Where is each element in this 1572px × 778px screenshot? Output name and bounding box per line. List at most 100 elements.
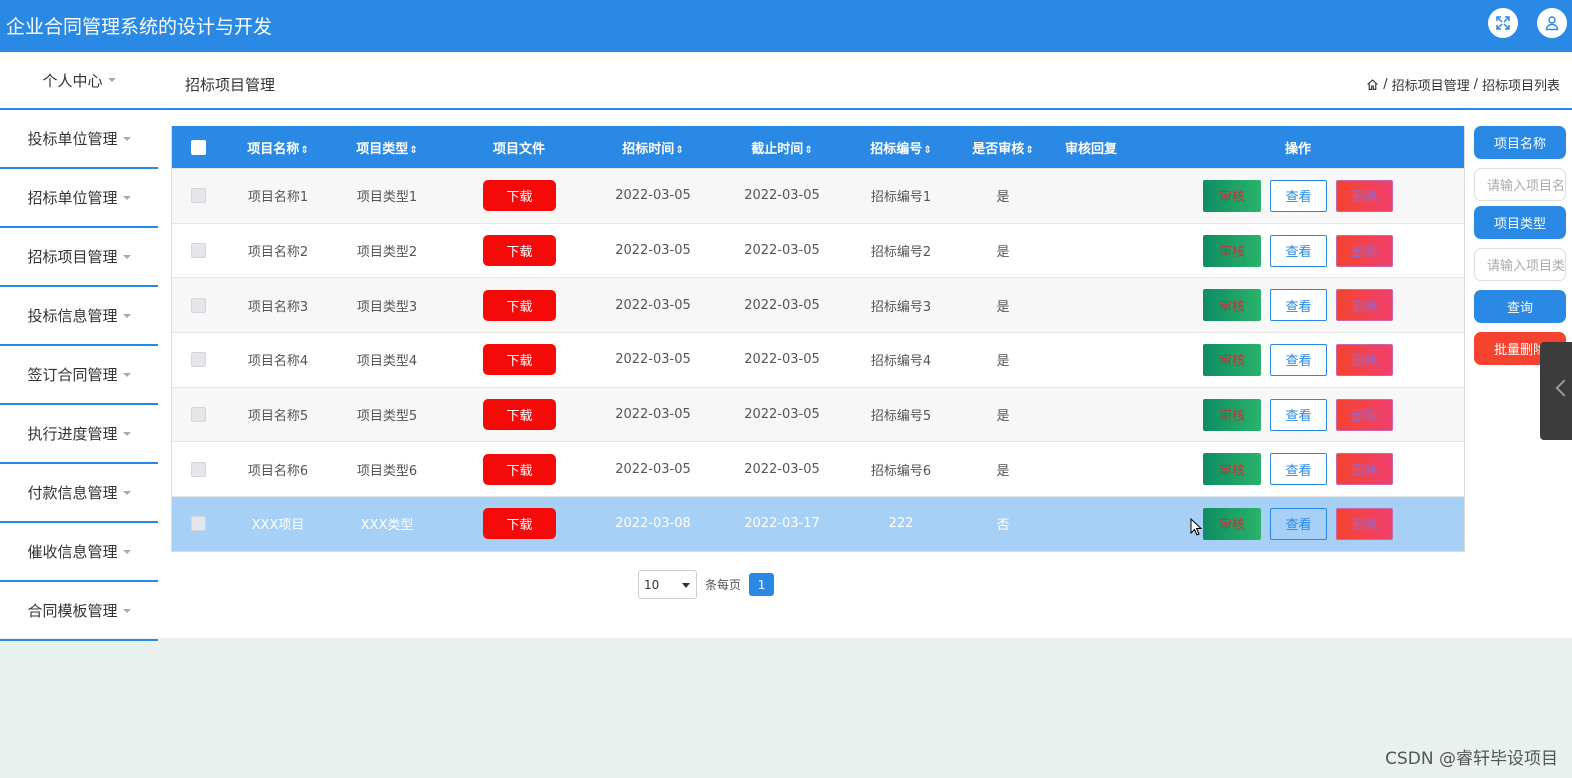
col-header-bid-time[interactable]: 招标时间⇕ (622, 138, 683, 157)
table-row[interactable]: 项目名称1 项目类型1 2022-03-05 2022-03-05 招标编号1 是 下载 审核… (172, 168, 1464, 223)
delete-button[interactable]: 删除 (1336, 234, 1393, 267)
cell-type: 项目类型5 (356, 409, 418, 425)
fullscreen-button[interactable] (1488, 8, 1518, 38)
download-button[interactable]: 下载 (483, 399, 556, 431)
row-checkbox[interactable] (191, 188, 206, 204)
view-button[interactable]: 查看 (1270, 289, 1327, 322)
user-button[interactable] (1537, 8, 1567, 38)
query-button[interactable]: 查询 (1474, 290, 1566, 323)
caret-down-icon (122, 431, 131, 436)
pagination: 10 条每页 1 (638, 570, 775, 599)
breadcrumb: / 招标项目管理 / 招标项目列表 (1366, 75, 1560, 94)
delete-button[interactable]: 删除 (1336, 289, 1393, 322)
delete-button[interactable]: 删除 (1336, 453, 1393, 486)
audit-button[interactable]: 审核 (1203, 398, 1261, 431)
sort-icon[interactable]: ⇕ (923, 145, 931, 156)
table-row[interactable]: XXX项目 XXX类型 2022-03-08 2022-03-17 222 否 下载 审核 查看… (172, 496, 1464, 551)
view-button[interactable]: 查看 (1270, 453, 1327, 486)
sort-icon[interactable]: ⇕ (675, 145, 683, 156)
name-search-input[interactable]: 请输入项目名称 (1474, 168, 1566, 201)
cell-bid-time: 2022-03-05 (615, 461, 691, 477)
sidebar-item-label: 签订合同管理 (27, 366, 118, 384)
col-header-name[interactable]: 项目名称⇕ (247, 138, 308, 157)
download-button[interactable]: 下载 (483, 453, 556, 485)
sidebar-item-label: 合同模板管理 (27, 602, 118, 620)
view-button[interactable]: 查看 (1270, 343, 1327, 376)
cell-code: 招标编号2 (870, 245, 932, 261)
sidebar-item[interactable]: 个人中心 (0, 52, 158, 110)
sidebar-item[interactable]: 付款信息管理 (0, 464, 158, 523)
audit-button[interactable]: 审核 (1203, 234, 1261, 267)
cell-type: XXX类型 (360, 518, 414, 534)
view-button[interactable]: 查看 (1270, 507, 1327, 540)
cell-audited: 是 (996, 463, 1010, 479)
view-button[interactable]: 查看 (1270, 398, 1327, 431)
row-checkbox[interactable] (191, 516, 206, 532)
sidebar-item[interactable]: 招标项目管理 (0, 228, 158, 287)
view-button[interactable]: 查看 (1270, 234, 1327, 267)
side-drawer-handle[interactable] (1540, 342, 1572, 440)
cell-code: 222 (888, 516, 914, 532)
cell-name: 项目名称4 (247, 354, 309, 370)
audit-button[interactable]: 审核 (1203, 343, 1261, 376)
download-button[interactable]: 下载 (483, 180, 556, 212)
sort-icon[interactable]: ⇕ (300, 145, 308, 156)
sidebar-item[interactable]: 投标信息管理 (0, 287, 158, 346)
col-header-code[interactable]: 招标编号⇕ (870, 138, 931, 157)
col-header-audited[interactable]: 是否审核⇕ (972, 138, 1033, 157)
delete-button[interactable]: 删除 (1336, 398, 1393, 431)
download-button[interactable]: 下载 (483, 344, 556, 376)
audit-button[interactable]: 审核 (1203, 289, 1261, 322)
home-icon[interactable] (1366, 78, 1379, 91)
audit-button[interactable]: 审核 (1203, 453, 1261, 486)
audit-button[interactable]: 审核 (1203, 507, 1261, 540)
row-checkbox[interactable] (191, 243, 206, 259)
caret-down-icon (122, 549, 131, 554)
cell-bid-time: 2022-03-05 (615, 407, 691, 423)
table-row[interactable]: 项目名称3 项目类型3 2022-03-05 2022-03-05 招标编号3 是 下载 审核… (172, 277, 1464, 333)
table-row[interactable]: 项目名称5 项目类型5 2022-03-05 2022-03-05 招标编号5 是 下载 审核… (172, 386, 1464, 442)
sidebar-item[interactable]: 招标单位管理 (0, 169, 158, 228)
type-search-input[interactable]: 请输入项目类型 (1474, 248, 1566, 281)
row-checkbox[interactable] (191, 352, 206, 368)
sort-icon[interactable]: ⇕ (1025, 145, 1033, 156)
table-row[interactable]: 项目名称4 项目类型4 2022-03-05 2022-03-05 招标编号4 是 下载 审核… (172, 332, 1464, 387)
cell-type: 项目类型1 (356, 190, 418, 206)
select-all-checkbox[interactable] (191, 139, 206, 155)
app-title: 企业合同管理系统的设计与开发 (6, 16, 273, 38)
sidebar-item[interactable]: 投标单位管理 (0, 110, 158, 169)
cell-name: 项目名称1 (247, 190, 309, 206)
audit-button[interactable]: 审核 (1203, 179, 1261, 212)
row-checkbox[interactable] (191, 297, 206, 313)
cell-bid-time: 2022-03-05 (615, 352, 691, 368)
page-size-select[interactable]: 10 (638, 570, 697, 599)
delete-button[interactable]: 删除 (1336, 343, 1393, 376)
sort-icon[interactable]: ⇕ (804, 145, 812, 156)
download-button[interactable]: 下载 (483, 289, 556, 321)
table-row[interactable]: 项目名称2 项目类型2 2022-03-05 2022-03-05 招标编号2 是 下载 审核… (172, 222, 1464, 278)
col-header-reply: 审核回复 (1064, 141, 1118, 157)
sort-icon[interactable]: ⇕ (409, 145, 417, 156)
sidebar-item[interactable]: 签订合同管理 (0, 346, 158, 405)
row-checkbox[interactable] (191, 461, 206, 477)
sidebar-item[interactable]: 执行进度管理 (0, 405, 158, 464)
view-button[interactable]: 查看 (1270, 179, 1327, 212)
cell-end-time: 2022-03-05 (744, 407, 820, 423)
col-header-type[interactable]: 项目类型⇕ (356, 138, 417, 157)
cell-audited: 是 (996, 299, 1010, 315)
download-button[interactable]: 下载 (483, 508, 556, 540)
page-button-current[interactable]: 1 (749, 573, 775, 596)
col-header-end-time[interactable]: 截止时间⇕ (751, 138, 812, 157)
cell-name: 项目名称3 (247, 299, 309, 315)
download-button[interactable]: 下载 (483, 235, 556, 267)
cell-end-time: 2022-03-17 (744, 516, 820, 532)
delete-button[interactable]: 删除 (1336, 179, 1393, 212)
sidebar-item[interactable]: 合同模板管理 (0, 582, 158, 641)
breadcrumb-item[interactable]: 招标项目管理 (1392, 75, 1470, 94)
sidebar-item[interactable]: 催收信息管理 (0, 523, 158, 582)
table-row[interactable]: 项目名称6 项目类型6 2022-03-05 2022-03-05 招标编号6 是 下载 审核… (172, 441, 1464, 496)
delete-button[interactable]: 删除 (1336, 507, 1393, 540)
cell-bid-time: 2022-03-05 (615, 188, 691, 204)
row-checkbox[interactable] (191, 407, 206, 423)
breadcrumb-item[interactable]: 招标项目列表 (1482, 75, 1560, 94)
